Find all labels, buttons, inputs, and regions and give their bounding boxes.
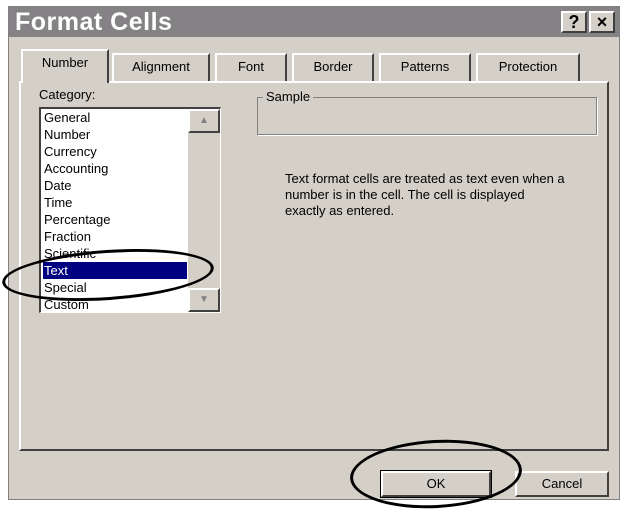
category-item-time[interactable]: Time (43, 194, 187, 211)
category-item-currency[interactable]: Currency (43, 143, 187, 160)
dialog-titlebar[interactable]: Format Cells ? × (9, 7, 619, 37)
arrow-up-icon: ▲ (199, 115, 209, 126)
category-item-percentage[interactable]: Percentage (43, 211, 187, 228)
scroll-up-button[interactable]: ▲ (188, 109, 220, 133)
tab-border[interactable]: Border (292, 53, 374, 81)
category-item-date[interactable]: Date (43, 177, 187, 194)
tab-font[interactable]: Font (215, 53, 287, 81)
tab-patterns[interactable]: Patterns (379, 53, 471, 81)
category-item-fraction[interactable]: Fraction (43, 228, 187, 245)
cancel-button[interactable]: Cancel (515, 471, 609, 497)
category-item-number[interactable]: Number (43, 126, 187, 143)
arrow-down-icon: ▼ (199, 294, 209, 305)
tab-alignment[interactable]: Alignment (112, 53, 210, 81)
tab-number[interactable]: Number (21, 49, 109, 83)
close-button[interactable]: × (589, 11, 615, 33)
scroll-down-button[interactable]: ▼ (188, 288, 220, 312)
category-item-accounting[interactable]: Accounting (43, 160, 187, 177)
tab-protection[interactable]: Protection (476, 53, 580, 81)
category-item-general[interactable]: General (43, 109, 187, 126)
sample-label: Sample (263, 89, 314, 104)
help-button[interactable]: ? (561, 11, 587, 33)
dialog-title: Format Cells (15, 8, 173, 36)
format-description: Text format cells are treated as text ev… (285, 171, 565, 218)
category-label: Category: (39, 87, 96, 102)
